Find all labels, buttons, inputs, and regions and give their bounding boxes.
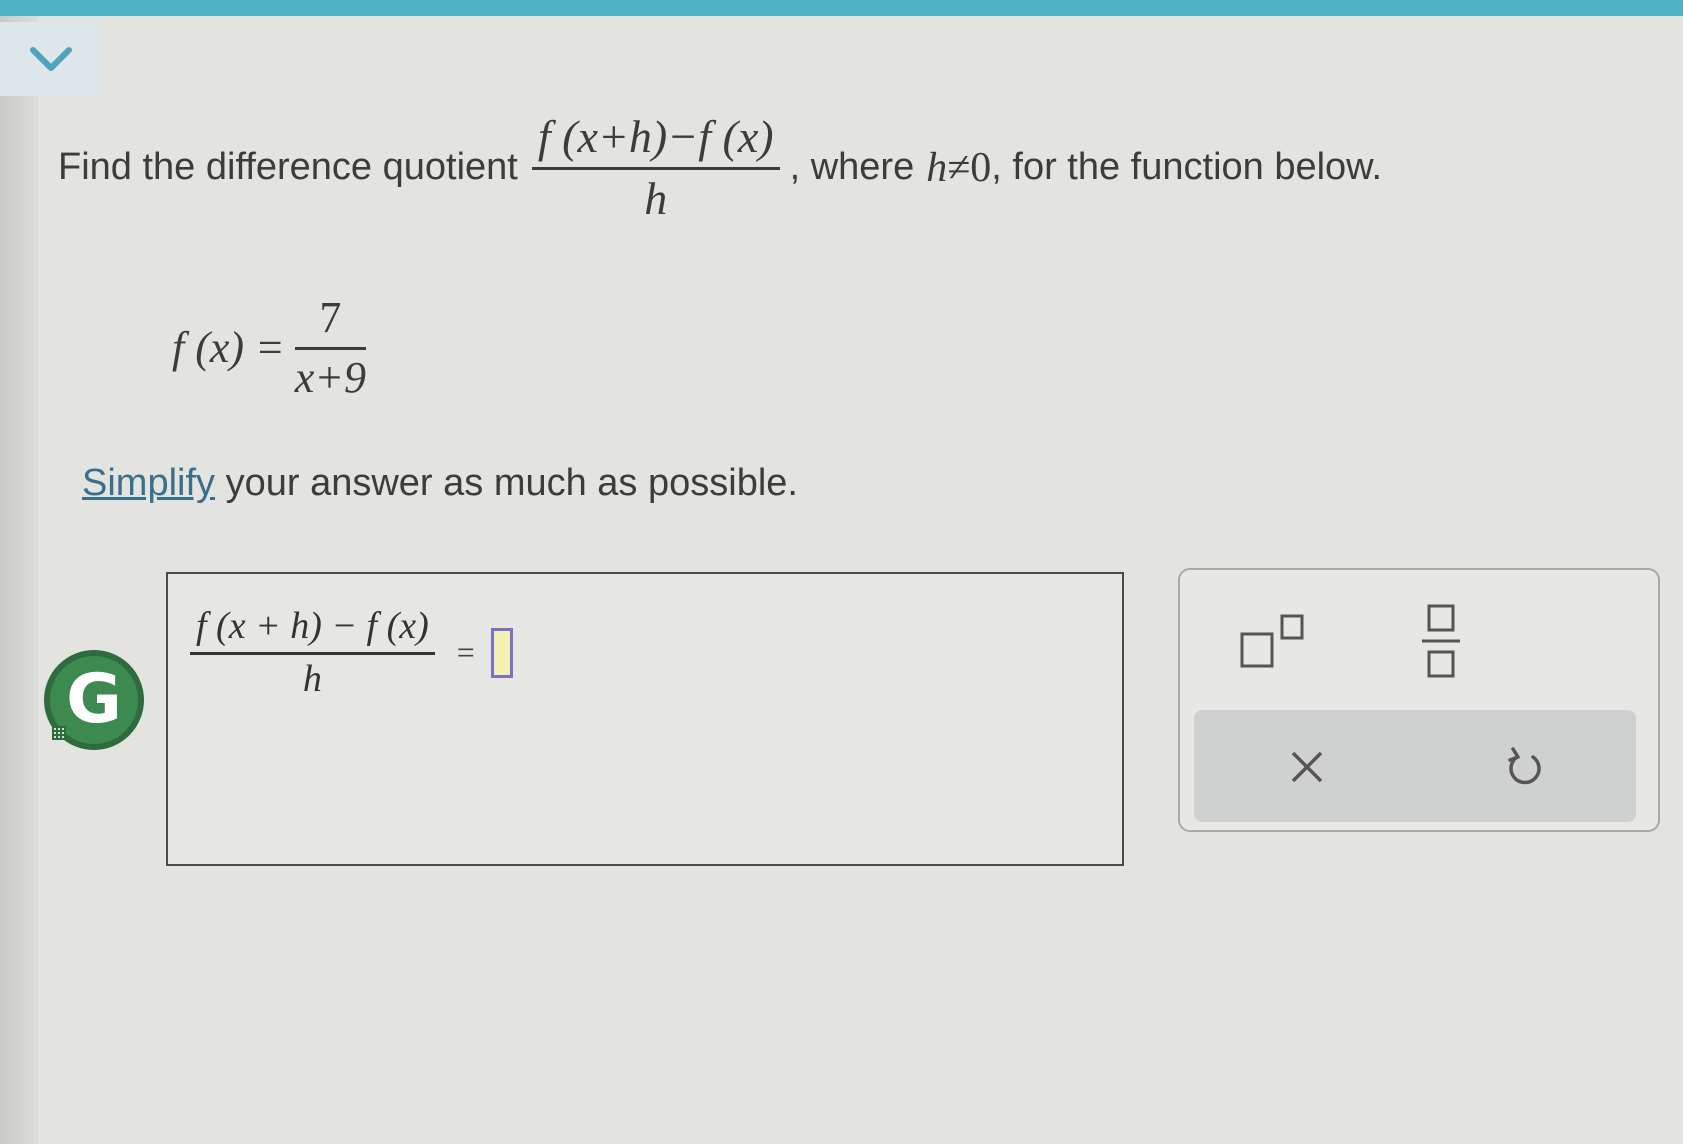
quotient-denominator: h — [644, 173, 668, 224]
answer-denominator: h — [302, 658, 322, 700]
condition-relation: ≠ — [947, 144, 971, 191]
left-edge-shade — [0, 16, 38, 1144]
math-palette — [1178, 568, 1660, 832]
function-lhs: f (x) = — [172, 323, 285, 372]
where-text: , where — [789, 146, 915, 188]
condition-value: 0 — [970, 144, 992, 191]
instructions: Simplify your answer as much as possible… — [82, 462, 798, 505]
function-definition: f (x) = 7 x+9 — [172, 292, 366, 403]
answer-expression: f (x + h) − f (x) h = — [190, 604, 513, 701]
function-numerator: 7 — [319, 293, 342, 342]
answer-input[interactable] — [490, 627, 513, 678]
question-text: Find the difference quotient f (x+h)−f (… — [58, 110, 1382, 225]
question-intro: Find the difference quotient — [58, 146, 518, 188]
difference-quotient-fraction: f (x+h)−f (x) h — [531, 110, 780, 225]
superscript-icon — [1240, 614, 1304, 668]
clear-button[interactable] — [1272, 732, 1342, 802]
equals-sign: = — [456, 634, 475, 670]
instructions-rest: your answer as much as possible. — [215, 462, 798, 504]
fraction-button[interactable] — [1406, 598, 1476, 684]
simplify-link[interactable]: Simplify — [82, 462, 215, 504]
undo-icon — [1508, 747, 1541, 785]
answer-box: f (x + h) − f (x) h = — [166, 572, 1124, 866]
answer-numerator: f (x + h) − f (x) — [196, 605, 429, 647]
fraction-icon — [1422, 604, 1460, 678]
grid-icon — [52, 726, 66, 740]
condition: h≠0 — [926, 144, 991, 192]
quotient-numerator: f (x+h)−f (x) — [537, 111, 774, 162]
chevron-down-icon — [30, 47, 72, 71]
superscript-button[interactable] — [1234, 606, 1314, 676]
collapse-button[interactable] — [0, 22, 102, 96]
answer-fraction: f (x + h) − f (x) h — [190, 604, 435, 701]
g-letter: G — [66, 660, 122, 739]
function-fraction: 7 x+9 — [294, 292, 366, 403]
function-denominator: x+9 — [294, 353, 366, 402]
question-tail: , for the function below. — [991, 146, 1383, 188]
top-accent-strip — [0, 0, 1683, 16]
undo-button[interactable] — [1490, 732, 1560, 802]
palette-actions — [1194, 710, 1636, 822]
clear-icon — [1291, 751, 1323, 783]
condition-variable: h — [926, 144, 948, 191]
